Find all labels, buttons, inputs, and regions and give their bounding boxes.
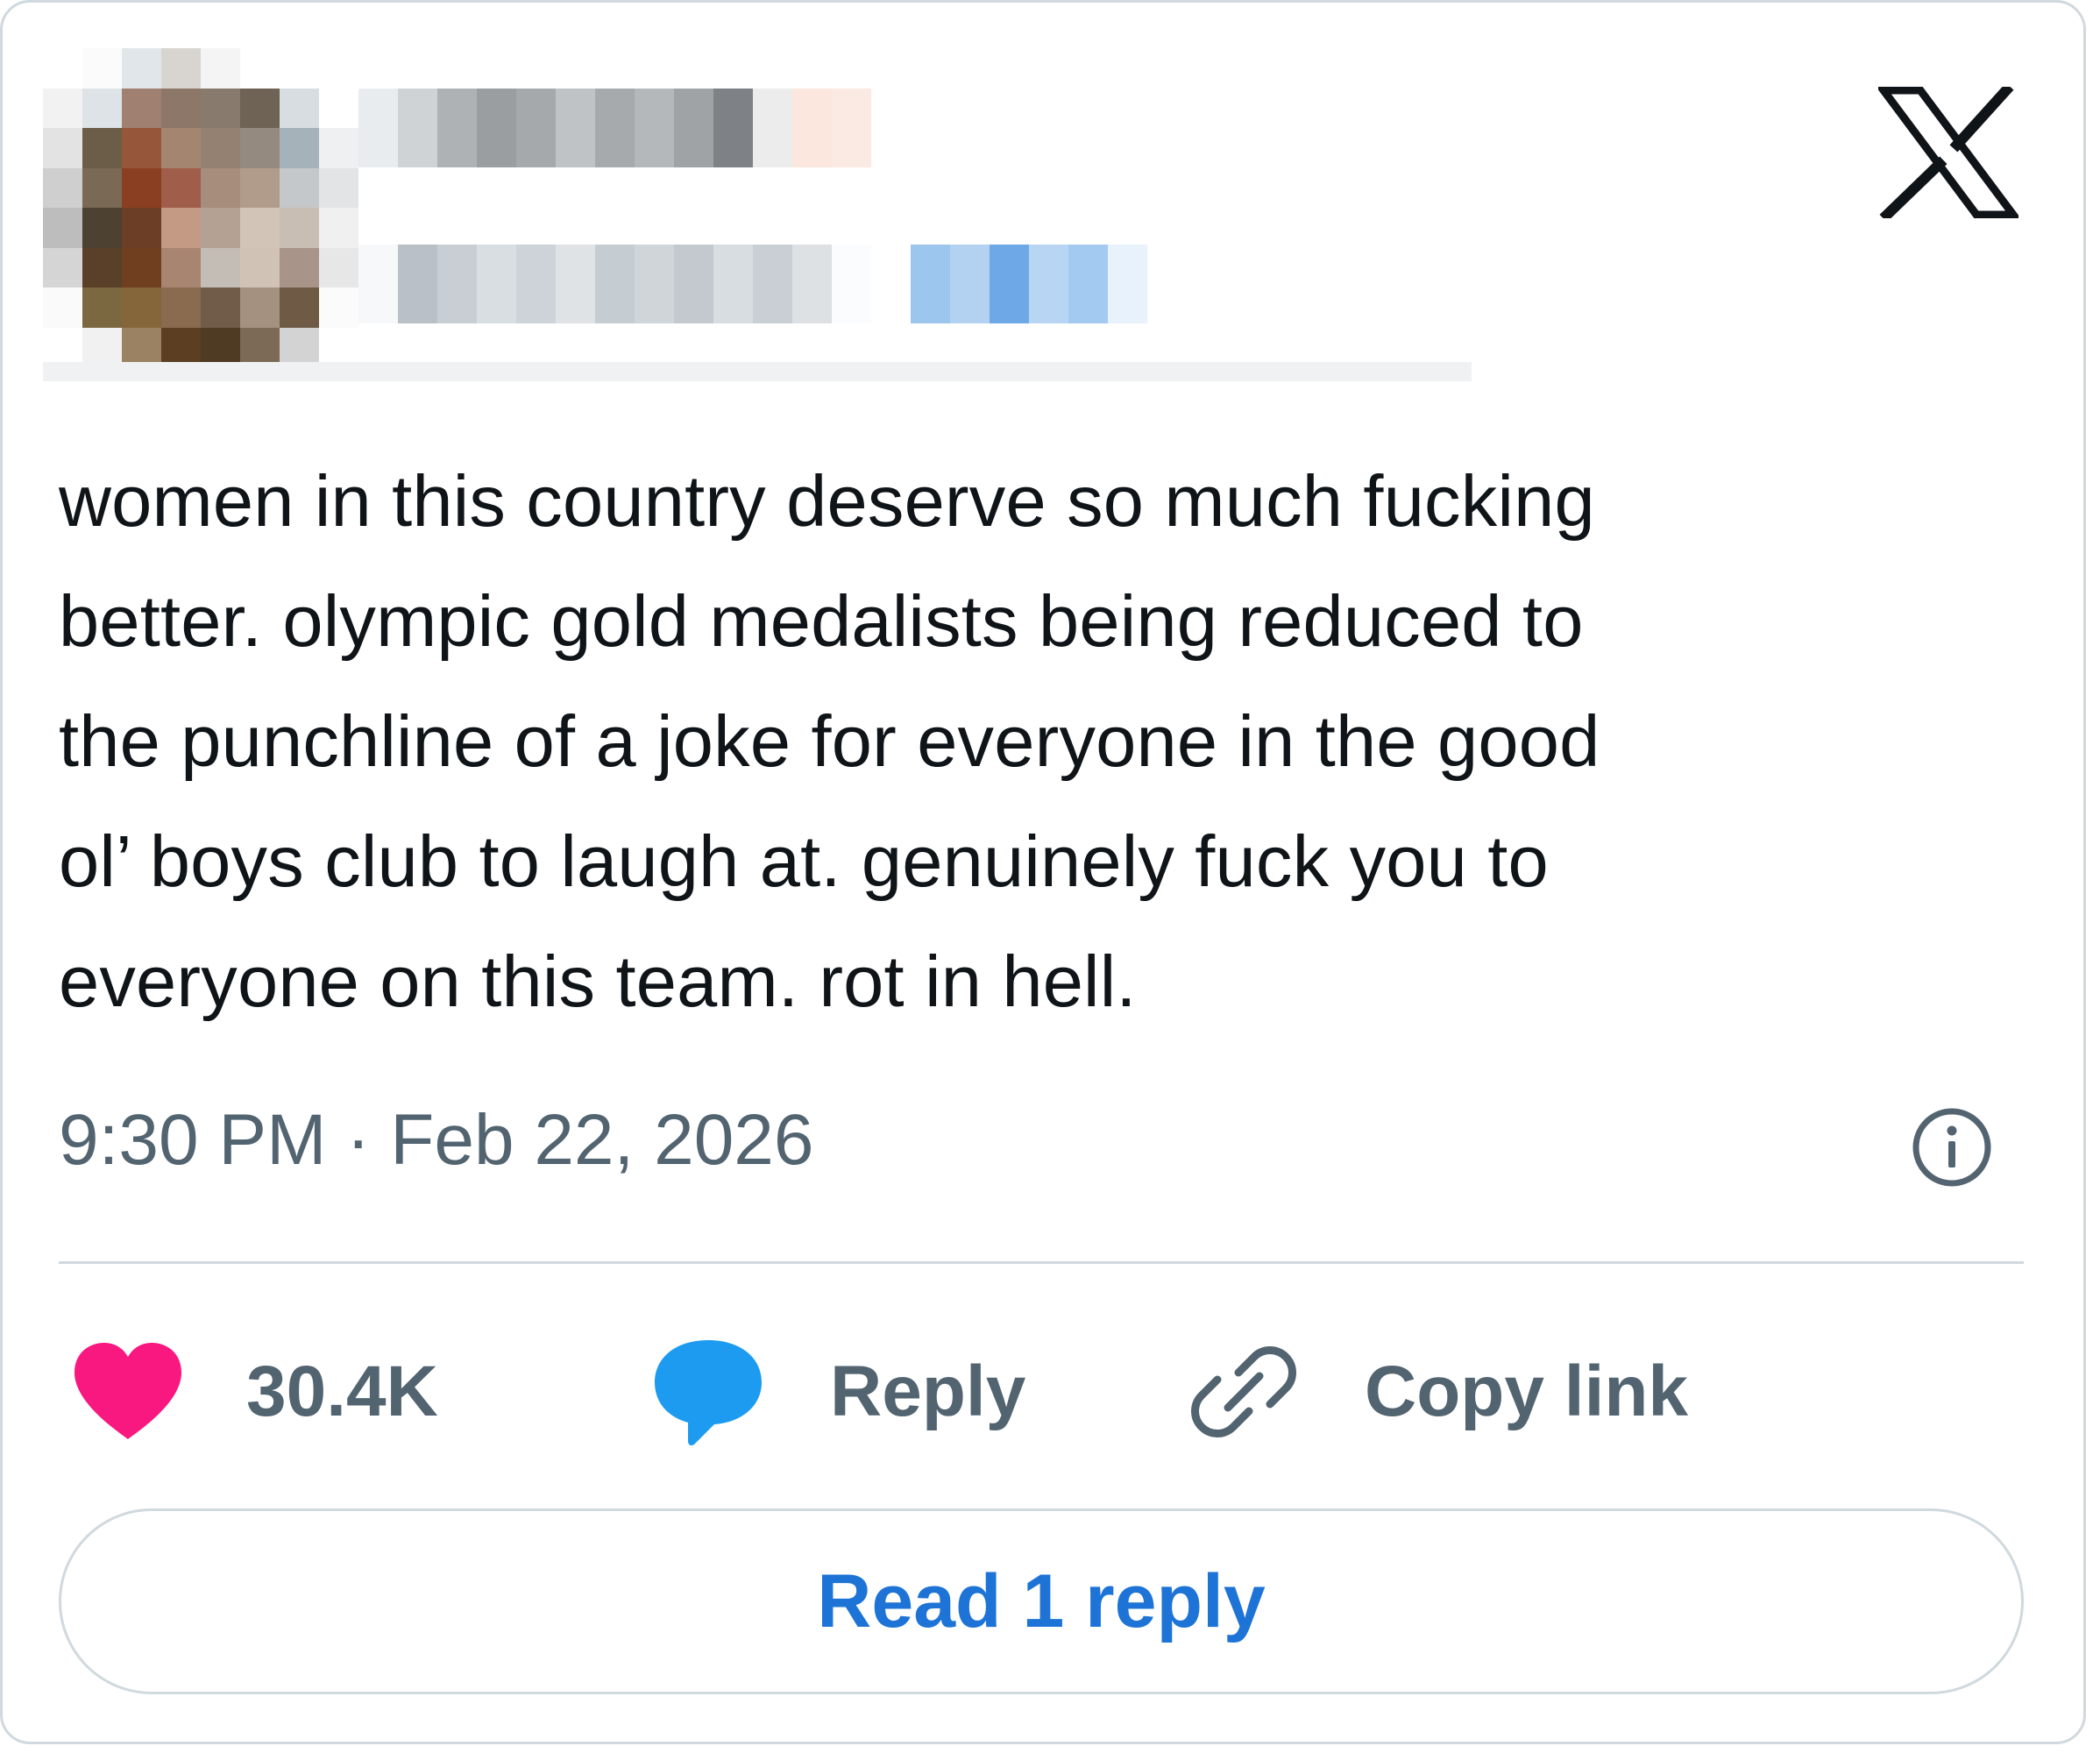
speech-bubble-icon xyxy=(655,1340,762,1446)
reply-label: Reply xyxy=(830,1352,1026,1431)
display-name-redacted[interactable] xyxy=(358,89,871,167)
heart-icon xyxy=(74,1343,181,1439)
header-divider-redacted xyxy=(43,362,1472,381)
tweet-text: women in this country deserve so much fu… xyxy=(59,441,2040,1041)
reply-button[interactable]: Reply xyxy=(651,1335,1025,1449)
info-icon[interactable] xyxy=(1910,1105,1994,1189)
avatar[interactable] xyxy=(43,48,358,367)
tweet-text-line: ol’ boys club to laugh at. genuinely fuc… xyxy=(59,820,1549,902)
tweet-text-line: everyone on this team. rot in hell. xyxy=(59,940,1137,1022)
copy-link-label: Copy link xyxy=(1365,1352,1689,1431)
x-logo-icon[interactable] xyxy=(1878,87,2018,218)
timestamp[interactable]: 9:30 PM · Feb 22, 2026 xyxy=(59,1097,814,1184)
tweet-text-line: the punchline of a joke for everyone in … xyxy=(59,700,1600,782)
divider xyxy=(59,1261,2024,1264)
tweet-text-line: women in this country deserve so much fu… xyxy=(59,460,1595,542)
tweet-card: women in this country deserve so much fu… xyxy=(0,0,2086,1744)
read-replies-label: Read 1 reply xyxy=(817,1558,1266,1643)
link-icon xyxy=(1191,1346,1296,1437)
copy-link-button[interactable]: Copy link xyxy=(1189,1335,1688,1449)
like-count: 30.4K xyxy=(246,1352,438,1431)
tweet-text-line: better. olympic gold medalists being red… xyxy=(59,580,1584,662)
handle-redacted[interactable] xyxy=(358,245,1147,323)
like-button[interactable]: 30.4K xyxy=(71,1335,438,1449)
read-replies-button[interactable]: Read 1 reply xyxy=(59,1508,2024,1694)
